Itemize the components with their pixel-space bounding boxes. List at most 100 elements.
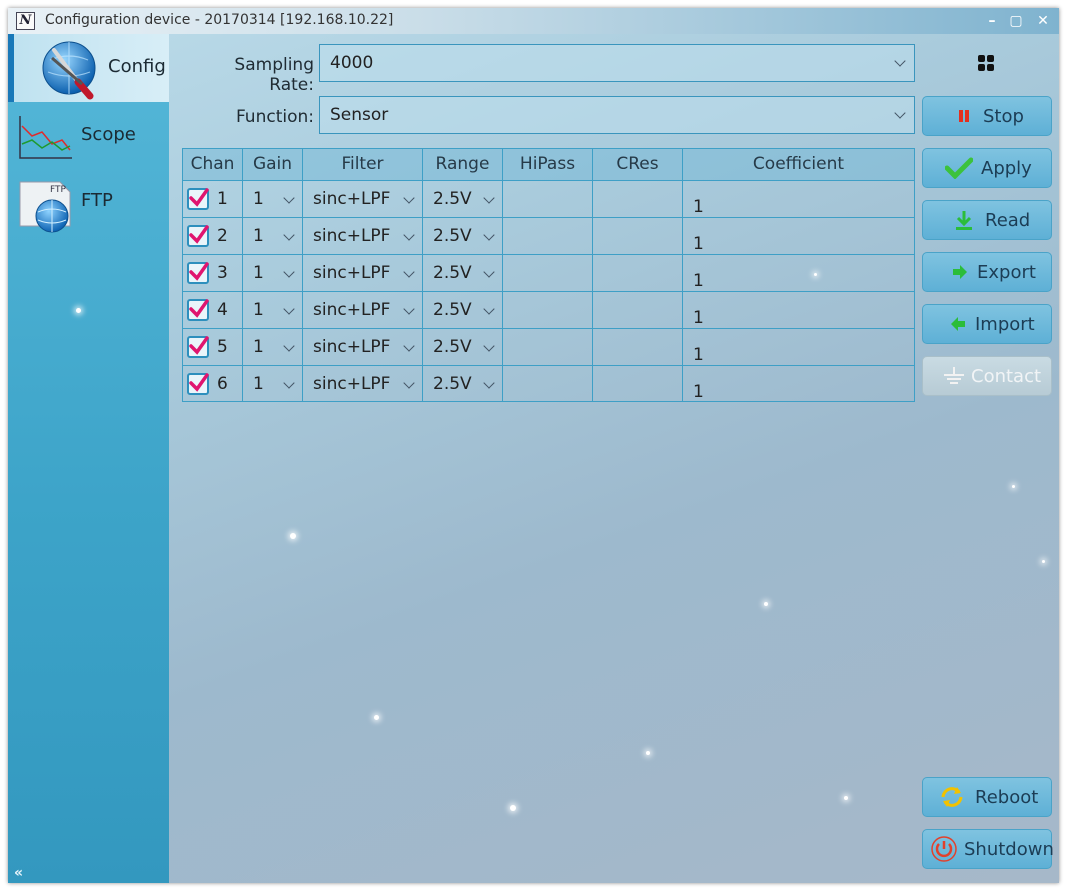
chevron-down-icon — [403, 266, 415, 278]
arrow-left-icon — [951, 317, 965, 331]
stop-label: Stop — [983, 106, 1024, 127]
sparkle-decoration — [844, 796, 848, 800]
cres-cell[interactable] — [593, 291, 683, 328]
filter-value: sinc+LPF — [313, 337, 391, 357]
config-tools-icon — [42, 41, 96, 100]
gain-select[interactable]: 1 — [243, 217, 303, 254]
coefficient-cell[interactable]: 1 — [683, 328, 914, 365]
export-label: Export — [977, 262, 1036, 283]
channel-number: 2 — [217, 226, 228, 246]
column-header: HiPass — [503, 149, 593, 180]
coefficient-cell[interactable]: 1 — [683, 254, 914, 291]
sidebar-item-label: FTP — [81, 190, 113, 211]
function-select[interactable]: Sensor — [319, 96, 915, 134]
sampling-rate-select[interactable]: 4000 — [319, 44, 915, 82]
close-button[interactable]: ✕ — [1032, 11, 1054, 31]
checkmark-icon — [189, 262, 209, 281]
range-select[interactable]: 2.5V — [423, 180, 503, 217]
sparkle-decoration — [76, 308, 81, 313]
column-header: Coefficient — [683, 149, 914, 180]
filter-select[interactable]: sinc+LPF — [303, 291, 423, 328]
cres-cell[interactable] — [593, 365, 683, 402]
gain-select[interactable]: 1 — [243, 291, 303, 328]
minimize-button[interactable]: – — [981, 11, 1003, 31]
function-label: Function: — [235, 107, 314, 127]
stop-button[interactable]: Stop — [922, 96, 1052, 136]
import-label: Import — [975, 314, 1035, 335]
range-select[interactable]: 2.5V — [423, 254, 503, 291]
collapse-sidebar-icon[interactable]: « — [14, 865, 23, 881]
sampling-rate-label: Sampling Rate: — [234, 55, 314, 95]
channel-checkbox[interactable] — [187, 225, 209, 247]
channel-cell: 4 — [183, 291, 243, 328]
channel-checkbox[interactable] — [187, 188, 209, 210]
apply-button[interactable]: Apply — [922, 148, 1052, 188]
channel-cell: 3 — [183, 254, 243, 291]
channel-number: 1 — [217, 189, 228, 209]
chevron-down-icon — [894, 55, 906, 67]
filter-select[interactable]: sinc+LPF — [303, 328, 423, 365]
hipass-cell[interactable] — [503, 365, 593, 402]
cres-cell[interactable] — [593, 254, 683, 291]
sidebar-item-scope[interactable]: Scope — [8, 102, 169, 170]
refresh-icon — [941, 787, 963, 807]
hipass-cell[interactable] — [503, 328, 593, 365]
column-header: Filter — [303, 149, 423, 180]
coefficient-cell[interactable]: 1 — [683, 291, 914, 328]
reboot-button[interactable]: Reboot — [922, 777, 1052, 817]
reboot-label: Reboot — [975, 787, 1039, 808]
range-select[interactable]: 2.5V — [423, 328, 503, 365]
contact-button[interactable]: Contact — [922, 356, 1052, 396]
import-button[interactable]: Import — [922, 304, 1052, 344]
sparkle-decoration — [374, 715, 379, 720]
function-value: Sensor — [330, 105, 389, 125]
apply-label: Apply — [981, 158, 1032, 179]
cres-cell[interactable] — [593, 217, 683, 254]
hipass-cell[interactable] — [503, 291, 593, 328]
gain-select[interactable]: 1 — [243, 365, 303, 402]
read-button[interactable]: Read — [922, 200, 1052, 240]
range-value: 2.5V — [433, 300, 472, 320]
cres-cell[interactable] — [593, 180, 683, 217]
sidebar-item-ftp[interactable]: FTP FTP — [8, 170, 169, 238]
gain-select[interactable]: 1 — [243, 254, 303, 291]
channel-checkbox[interactable] — [187, 262, 209, 284]
layout-toggle-icon[interactable] — [977, 54, 997, 74]
range-select[interactable]: 2.5V — [423, 217, 503, 254]
filter-value: sinc+LPF — [313, 300, 391, 320]
sparkle-decoration — [1042, 560, 1045, 563]
shutdown-button[interactable]: Shutdown — [922, 829, 1054, 869]
chevron-down-icon — [403, 303, 415, 315]
range-select[interactable]: 2.5V — [423, 291, 503, 328]
channel-checkbox[interactable] — [187, 336, 209, 358]
filter-select[interactable]: sinc+LPF — [303, 254, 423, 291]
coefficient-cell[interactable]: 1 — [683, 365, 914, 402]
channel-number: 3 — [217, 263, 228, 283]
gain-select[interactable]: 1 — [243, 180, 303, 217]
sidebar-item-label: Scope — [81, 124, 136, 145]
stop-icon — [959, 110, 969, 122]
gain-select[interactable]: 1 — [243, 328, 303, 365]
filter-select[interactable]: sinc+LPF — [303, 365, 423, 402]
window-title: Configuration device - 20170314 [192.168… — [45, 12, 394, 28]
sidebar-item-config[interactable]: Config — [8, 34, 169, 102]
chevron-down-icon — [283, 192, 295, 204]
hipass-cell[interactable] — [503, 254, 593, 291]
hipass-cell[interactable] — [503, 180, 593, 217]
power-icon — [931, 836, 957, 862]
chevron-down-icon — [483, 377, 495, 389]
channel-checkbox[interactable] — [187, 299, 209, 321]
channel-checkbox[interactable] — [187, 373, 209, 395]
range-select[interactable]: 2.5V — [423, 365, 503, 402]
filter-select[interactable]: sinc+LPF — [303, 180, 423, 217]
export-button[interactable]: Export — [922, 252, 1052, 292]
app-window: N Configuration device - 20170314 [192.1… — [8, 8, 1059, 883]
cres-cell[interactable] — [593, 328, 683, 365]
coefficient-value: 1 — [693, 382, 704, 402]
coefficient-cell[interactable]: 1 — [683, 217, 914, 254]
filter-select[interactable]: sinc+LPF — [303, 217, 423, 254]
coefficient-cell[interactable]: 1 — [683, 180, 914, 217]
hipass-cell[interactable] — [503, 217, 593, 254]
sparkle-decoration — [646, 751, 650, 755]
maximize-button[interactable]: ▢ — [1005, 11, 1027, 31]
